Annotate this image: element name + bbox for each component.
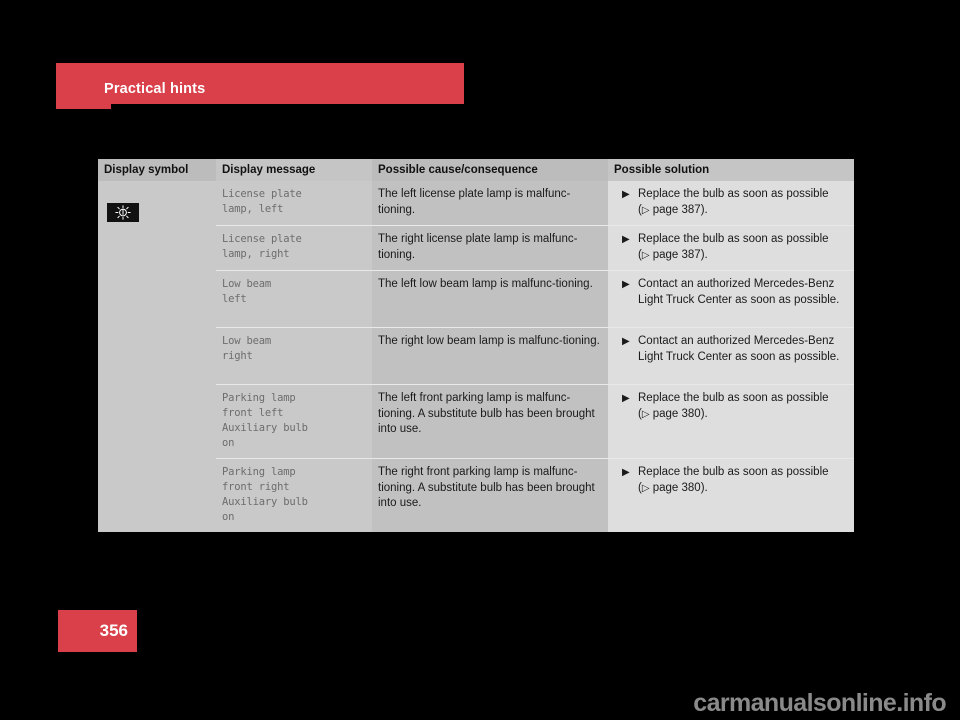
column-header-possible-solution: Possible solution — [608, 159, 854, 181]
page-reference: (▷ page 380). — [638, 481, 708, 494]
cell-display-message: Low beam right — [216, 328, 372, 384]
page-ref-triangle-icon: ▷ — [641, 408, 650, 420]
cell-possible-solution: ▶ Contact an authorized Mercedes-Benz Li… — [608, 328, 854, 384]
page-reference: (▷ page 387). — [638, 248, 708, 261]
cell-possible-solution: ▶ Replace the bulb as soon as possible (… — [608, 181, 854, 225]
solution-text: Replace the bulb as soon as possible — [638, 188, 829, 200]
bullet-icon: ▶ — [622, 234, 630, 245]
bullet-icon: ▶ — [622, 189, 630, 200]
page-title: Practical hints — [104, 81, 206, 97]
cell-display-message: License plate lamp, left — [216, 181, 372, 225]
solution-text: Replace the bulb as soon as possible — [638, 466, 829, 478]
page-reference: (▷ page 380). — [638, 407, 708, 420]
bullet-icon: ▶ — [622, 336, 630, 347]
cell-display-message: Low beam left — [216, 271, 372, 327]
cell-display-message: Parking lamp front left Auxiliary bulb o… — [216, 385, 372, 458]
solution-text: Contact an authorized Mercedes-Benz Ligh… — [638, 335, 840, 363]
table-rows-container: License plate lamp, left The left licens… — [216, 181, 854, 532]
cell-possible-cause: The left low beam lamp is malfunc-tionin… — [372, 271, 608, 327]
watermark: carmanualsonline.info — [693, 689, 946, 717]
column-header-possible-cause: Possible cause/consequence — [372, 159, 608, 181]
cell-possible-cause: The left front parking lamp is malfunc-t… — [372, 385, 608, 458]
solution-text: Contact an authorized Mercedes-Benz Ligh… — [638, 278, 840, 306]
bullet-icon: ▶ — [622, 279, 630, 290]
cell-possible-solution: ▶ Replace the bulb as soon as possible (… — [608, 385, 854, 458]
cell-possible-solution: ▶ Contact an authorized Mercedes-Benz Li… — [608, 271, 854, 327]
page-number: 356 — [99, 621, 128, 640]
bullet-icon: ▶ — [622, 467, 630, 478]
solution-text: Replace the bulb as soon as possible — [638, 392, 829, 404]
page-reference: (▷ page 387). — [638, 203, 708, 216]
table-row: License plate lamp, right The right lice… — [216, 226, 854, 270]
table-body: License plate lamp, left The left licens… — [98, 181, 854, 532]
page-ref-triangle-icon: ▷ — [641, 482, 650, 494]
cell-possible-cause: The right front parking lamp is malfunc-… — [372, 459, 608, 532]
page-ref-triangle-icon: ▷ — [641, 249, 650, 261]
column-header-display-message: Display message — [216, 159, 372, 181]
display-symbol-cell — [98, 181, 216, 532]
display-messages-table: Display symbol Display message Possible … — [98, 159, 854, 532]
cell-display-message: License plate lamp, right — [216, 226, 372, 270]
cell-display-message: Parking lamp front right Auxiliary bulb … — [216, 459, 372, 532]
cell-possible-cause: The left license plate lamp is malfunc-t… — [372, 181, 608, 225]
cell-possible-cause: The right low beam lamp is malfunc-tioni… — [372, 328, 608, 384]
table-row: Parking lamp front right Auxiliary bulb … — [216, 459, 854, 532]
bullet-icon: ▶ — [622, 393, 630, 404]
page-number-badge: 356 — [58, 610, 137, 652]
page-ref-triangle-icon: ▷ — [641, 204, 650, 216]
table-row: Low beam right The right low beam lamp i… — [216, 328, 854, 384]
table-header-row: Display symbol Display message Possible … — [98, 159, 854, 181]
table-row: License plate lamp, left The left licens… — [216, 181, 854, 225]
chapter-banner-notch — [56, 104, 111, 109]
column-header-display-symbol: Display symbol — [98, 159, 216, 181]
table-row: Low beam left The left low beam lamp is … — [216, 271, 854, 327]
cell-possible-solution: ▶ Replace the bulb as soon as possible (… — [608, 459, 854, 532]
lamp-bulb-indicator-icon — [107, 203, 139, 222]
table-row: Parking lamp front left Auxiliary bulb o… — [216, 385, 854, 458]
cell-possible-cause: The right license plate lamp is malfunc-… — [372, 226, 608, 270]
cell-possible-solution: ▶ Replace the bulb as soon as possible (… — [608, 226, 854, 270]
solution-text: Replace the bulb as soon as possible — [638, 233, 829, 245]
